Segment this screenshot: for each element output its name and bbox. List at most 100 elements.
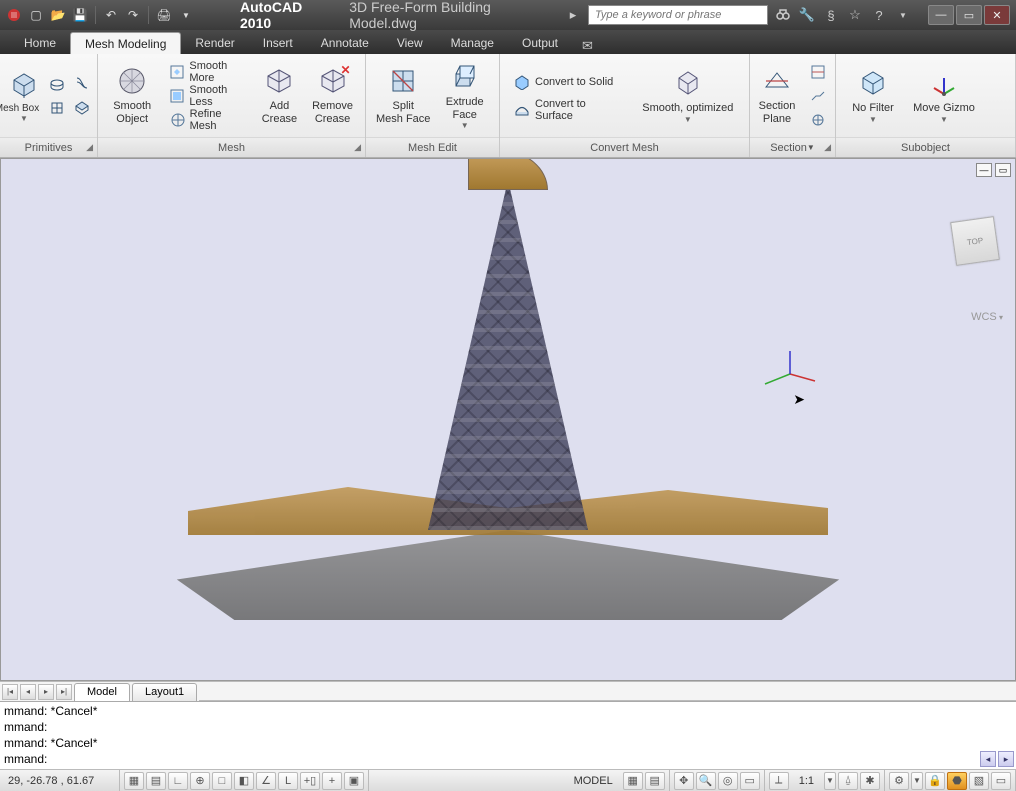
- quickview-drawings-icon[interactable]: ▤: [645, 772, 665, 790]
- help-dropdown-icon[interactable]: ▼: [894, 6, 912, 24]
- ducs-toggle[interactable]: L: [278, 772, 298, 790]
- viewport-minimize-button[interactable]: —: [976, 163, 992, 177]
- minimize-button[interactable]: —: [928, 5, 954, 25]
- workspace-switch-icon[interactable]: ⚙: [889, 772, 909, 790]
- planar-surface-icon[interactable]: [71, 97, 93, 119]
- tab-view[interactable]: View: [383, 32, 437, 54]
- qp-toggle[interactable]: ▣: [344, 772, 364, 790]
- section-plane-button[interactable]: Section Plane: [754, 60, 800, 132]
- 3dosnap-toggle[interactable]: ◧: [234, 772, 254, 790]
- smooth-object-button[interactable]: Smooth Object: [106, 60, 158, 132]
- tab-render[interactable]: Render: [181, 32, 248, 54]
- favorites-icon[interactable]: ☆: [846, 6, 864, 24]
- ann-autoscale-icon[interactable]: ✱: [860, 772, 880, 790]
- scroll-right-icon[interactable]: ▸: [998, 751, 1014, 767]
- close-button[interactable]: ✕: [984, 5, 1010, 25]
- pan-icon[interactable]: ✥: [674, 772, 694, 790]
- annoscale-icon[interactable]: ⟂: [769, 772, 789, 790]
- convert-to-surface-button[interactable]: Convert to Surface: [508, 99, 629, 121]
- workspace-dropdown-icon[interactable]: ▼: [911, 772, 923, 790]
- model-space-label[interactable]: MODEL: [566, 775, 621, 787]
- layout1-tab[interactable]: Layout1: [132, 683, 197, 701]
- scale-dropdown-icon[interactable]: ▼: [824, 772, 836, 790]
- new-icon[interactable]: ▢: [26, 5, 46, 25]
- comm-center-icon[interactable]: §: [822, 6, 840, 24]
- view-cube[interactable]: TOP: [950, 216, 1000, 266]
- viewport-maximize-button[interactable]: ▭: [995, 163, 1011, 177]
- no-filter-button[interactable]: No Filter ▼: [844, 60, 902, 132]
- panel-expand-icon[interactable]: ◢: [354, 142, 361, 153]
- isolate-objects-icon[interactable]: ▧: [969, 772, 989, 790]
- move-gizmo-button[interactable]: Move Gizmo ▼: [908, 60, 980, 132]
- binoculars-icon[interactable]: [774, 6, 792, 24]
- tab-insert[interactable]: Insert: [249, 32, 307, 54]
- quickview-layouts-icon[interactable]: ▦: [623, 772, 643, 790]
- scroll-left-icon[interactable]: ◂: [980, 751, 996, 767]
- extrude-face-button[interactable]: Extrude Face ▼: [438, 60, 491, 132]
- wcs-label[interactable]: WCS: [971, 311, 1003, 323]
- snap-toggle[interactable]: ▦: [124, 772, 144, 790]
- sweep-surface-icon[interactable]: [46, 97, 68, 119]
- express-tools-icon[interactable]: ✉: [582, 38, 593, 54]
- open-icon[interactable]: 📂: [48, 5, 68, 25]
- coords-readout[interactable]: 29, -26.78 , 61.67: [0, 770, 120, 791]
- hardware-accel-icon[interactable]: ⬣: [947, 772, 967, 790]
- toolbar-lock-icon[interactable]: 🔒: [925, 772, 945, 790]
- smooth-optimized-button[interactable]: Smooth, optimized ▼: [635, 60, 741, 132]
- loft-surface-icon[interactable]: [71, 72, 93, 94]
- title-bar: ▢ 📂 💾 ↶ ↷ 🖨 ▼ AutoCAD 2010 3D Free-Form …: [0, 0, 1016, 30]
- search-input[interactable]: [588, 5, 768, 25]
- drawing-viewport[interactable]: — ▭ TOP WCS ➤: [0, 158, 1016, 681]
- generate-section-icon[interactable]: [806, 109, 830, 131]
- tab-nav-next-icon[interactable]: ▸: [38, 684, 54, 700]
- polar-toggle[interactable]: ⊕: [190, 772, 210, 790]
- modelspace-group: MODEL ▦ ▤: [562, 770, 670, 791]
- undo-icon[interactable]: ↶: [101, 5, 121, 25]
- tab-nav-prev-icon[interactable]: ◂: [20, 684, 36, 700]
- refine-mesh-button[interactable]: Refine Mesh: [164, 109, 250, 131]
- save-icon[interactable]: 💾: [70, 5, 90, 25]
- tab-nav-last-icon[interactable]: ▸|: [56, 684, 72, 700]
- app-menu-button[interactable]: [4, 5, 24, 25]
- qat-dropdown-icon[interactable]: ▼: [176, 5, 196, 25]
- tab-annotate[interactable]: Annotate: [307, 32, 383, 54]
- print-icon[interactable]: 🖨: [154, 5, 174, 25]
- smooth-less-button[interactable]: Smooth Less: [164, 85, 250, 107]
- section-jog-icon[interactable]: [806, 85, 830, 107]
- add-crease-button[interactable]: Add Crease: [257, 60, 302, 132]
- model-tab[interactable]: Model: [74, 683, 130, 701]
- convert-to-solid-button[interactable]: Convert to Solid: [508, 71, 629, 93]
- dyn-toggle[interactable]: +▯: [300, 772, 320, 790]
- lwt-toggle[interactable]: +: [322, 772, 342, 790]
- panel-expand-icon[interactable]: ◢: [824, 142, 831, 153]
- tab-home[interactable]: Home: [10, 32, 70, 54]
- tab-output[interactable]: Output: [508, 32, 572, 54]
- live-section-icon[interactable]: [806, 61, 830, 83]
- steering-wheel-icon[interactable]: ◎: [718, 772, 738, 790]
- help-icon[interactable]: ?: [870, 6, 888, 24]
- maximize-button[interactable]: ▭: [956, 5, 982, 25]
- tab-nav-first-icon[interactable]: |◂: [2, 684, 18, 700]
- smooth-more-button[interactable]: Smooth More: [164, 61, 250, 83]
- grid-toggle[interactable]: ▤: [146, 772, 166, 790]
- ortho-toggle[interactable]: ∟: [168, 772, 188, 790]
- split-mesh-face-button[interactable]: Split Mesh Face: [374, 60, 432, 132]
- key-icon[interactable]: 🔧: [798, 6, 816, 24]
- osnap-toggle[interactable]: □: [212, 772, 232, 790]
- search-arrow-icon[interactable]: ▸: [564, 6, 582, 24]
- tab-mesh-modeling[interactable]: Mesh Modeling: [70, 32, 181, 54]
- ann-visibility-icon[interactable]: ⍙: [838, 772, 858, 790]
- clean-screen-icon[interactable]: ▭: [991, 772, 1011, 790]
- otrack-toggle[interactable]: ∠: [256, 772, 276, 790]
- command-window[interactable]: mmand: *Cancel* mmand: mmand: *Cancel* m…: [0, 701, 1016, 769]
- revolved-surface-icon[interactable]: [46, 72, 68, 94]
- tab-manage[interactable]: Manage: [437, 32, 508, 54]
- showmotion-icon[interactable]: ▭: [740, 772, 760, 790]
- remove-crease-button[interactable]: ✕ Remove Crease: [308, 60, 357, 132]
- drawing-canvas[interactable]: [1, 159, 1015, 680]
- redo-icon[interactable]: ↷: [123, 5, 143, 25]
- mesh-box-button[interactable]: Mesh Box ▼: [8, 60, 40, 132]
- panel-expand-icon[interactable]: ◢: [86, 142, 93, 153]
- zoom-icon[interactable]: 🔍: [696, 772, 716, 790]
- annotation-scale[interactable]: 1:1: [791, 775, 822, 787]
